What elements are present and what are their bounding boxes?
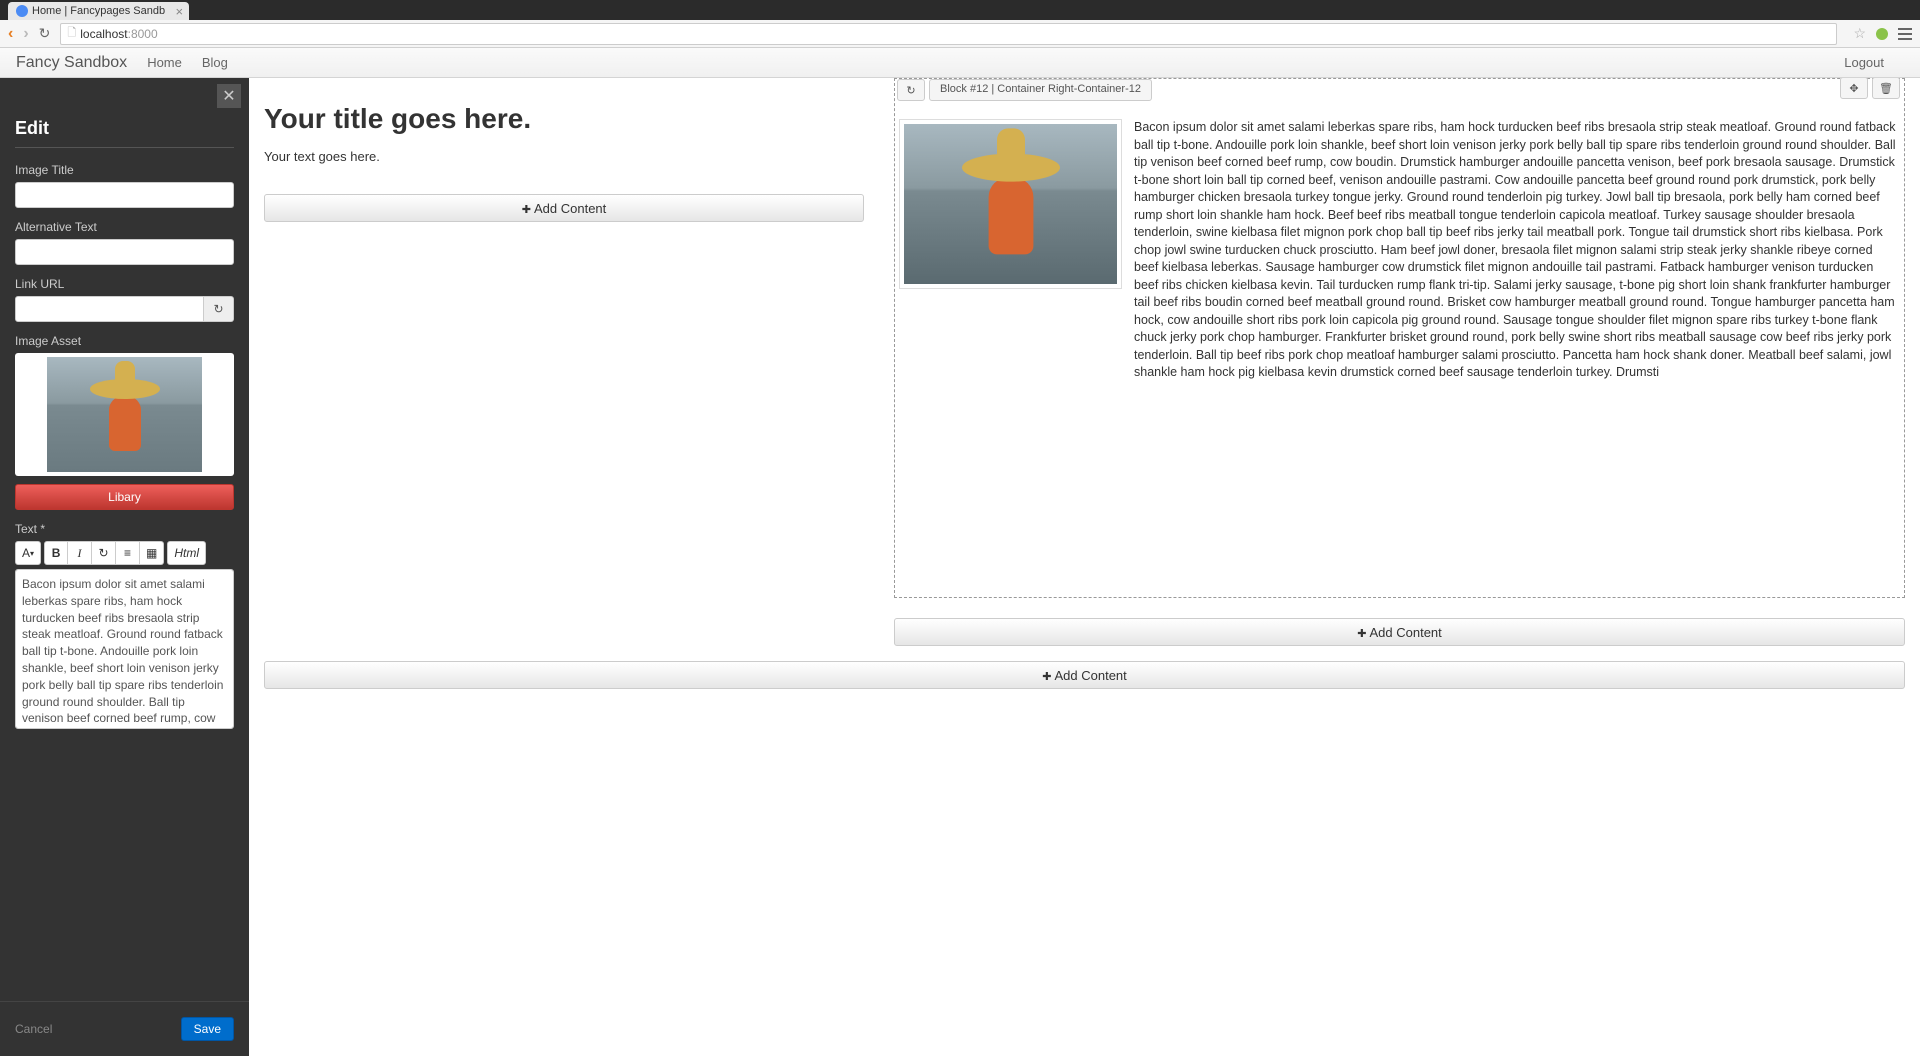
image-asset-label: Image Asset [15, 334, 234, 348]
block-title-badge: Block #12 | Container Right-Container-12 [929, 79, 1152, 101]
block-text: Bacon ipsum dolor sit amet salami leberk… [1134, 119, 1900, 382]
block-move-button[interactable]: ✥ [1840, 78, 1868, 99]
left-column: Your title goes here. Your text goes her… [264, 78, 864, 661]
add-content-button-right[interactable]: Add Content [894, 618, 1905, 646]
edit-sidebar: ✕ Edit Image Title Alternative Text Link… [0, 78, 249, 1056]
sidebar-divider [15, 147, 234, 148]
editor-toolbar: A▾ B I ↻ ≡ ▦ Html [15, 541, 234, 565]
editor-list-button[interactable]: ≡ [116, 541, 140, 565]
url-host: localhost [80, 27, 127, 41]
sidebar-heading: Edit [15, 118, 234, 139]
nav-link-blog[interactable]: Blog [202, 55, 228, 70]
browser-tab-bar: Home | Fancypages Sandb × [0, 0, 1920, 20]
sidebar-close-button[interactable]: ✕ [217, 84, 241, 108]
add-content-button-left[interactable]: Add Content [264, 194, 864, 222]
right-column: ↻ Block #12 | Container Right-Container-… [894, 78, 1905, 661]
page-text: Your text goes here. [264, 149, 864, 164]
link-url-refresh-icon[interactable]: ↻ [204, 296, 234, 322]
main-content: Your title goes here. Your text goes her… [249, 78, 1920, 1056]
editor-html-button[interactable]: Html [167, 541, 206, 565]
block-refresh-button[interactable]: ↻ [897, 79, 925, 101]
alt-text-input[interactable] [15, 239, 234, 265]
text-label: Text * [15, 522, 234, 536]
editor-table-button[interactable]: ▦ [140, 541, 164, 565]
browser-toolbar: ‹ › ↻ 🗋 localhost:8000 ☆ [0, 20, 1920, 48]
bookmark-star-icon[interactable]: ☆ [1853, 25, 1866, 42]
image-preview-thumbnail [47, 357, 202, 472]
block-image-wrapper [899, 119, 1122, 382]
nav-link-logout[interactable]: Logout [1844, 55, 1884, 70]
tab-close-icon[interactable]: × [176, 4, 184, 19]
alt-text-label: Alternative Text [15, 220, 234, 234]
block-image [904, 124, 1117, 284]
app-navbar: Fancy Sandbox Home Blog Logout [0, 48, 1920, 78]
save-button[interactable]: Save [181, 1017, 234, 1041]
content-block: ↻ Block #12 | Container Right-Container-… [894, 78, 1905, 598]
link-url-input[interactable] [15, 296, 204, 322]
text-editor-textarea[interactable] [15, 569, 234, 729]
sidebar-footer: Cancel Save [0, 1001, 249, 1056]
image-title-input[interactable] [15, 182, 234, 208]
editor-font-button[interactable]: A▾ [15, 541, 41, 565]
address-bar[interactable]: 🗋 localhost:8000 [60, 23, 1837, 45]
library-button[interactable]: Libary [15, 484, 234, 510]
add-content-button-bottom[interactable]: Add Content [264, 661, 1905, 689]
image-preview [15, 353, 234, 476]
block-delete-button[interactable]: 🗑 [1872, 78, 1900, 99]
nav-link-home[interactable]: Home [147, 55, 182, 70]
cancel-button[interactable]: Cancel [15, 1022, 52, 1036]
browser-reload-button[interactable]: ↻ [39, 25, 51, 42]
navbar-brand[interactable]: Fancy Sandbox [16, 54, 127, 72]
browser-tab[interactable]: Home | Fancypages Sandb × [8, 2, 189, 20]
page-title: Your title goes here. [264, 103, 864, 135]
tab-favicon [16, 5, 28, 17]
image-title-label: Image Title [15, 163, 234, 177]
link-url-label: Link URL [15, 277, 234, 291]
editor-redo-button[interactable]: ↻ [92, 541, 116, 565]
url-port: :8000 [128, 27, 158, 41]
browser-menu-icon[interactable] [1898, 28, 1912, 40]
editor-bold-button[interactable]: B [44, 541, 68, 565]
page-icon: 🗋 [67, 24, 76, 43]
editor-italic-button[interactable]: I [68, 541, 92, 565]
tab-title: Home | Fancypages Sandb [32, 5, 165, 17]
browser-back-button[interactable]: ‹ [8, 25, 13, 43]
extension-icon[interactable] [1876, 28, 1888, 40]
browser-forward-button: › [23, 25, 28, 43]
